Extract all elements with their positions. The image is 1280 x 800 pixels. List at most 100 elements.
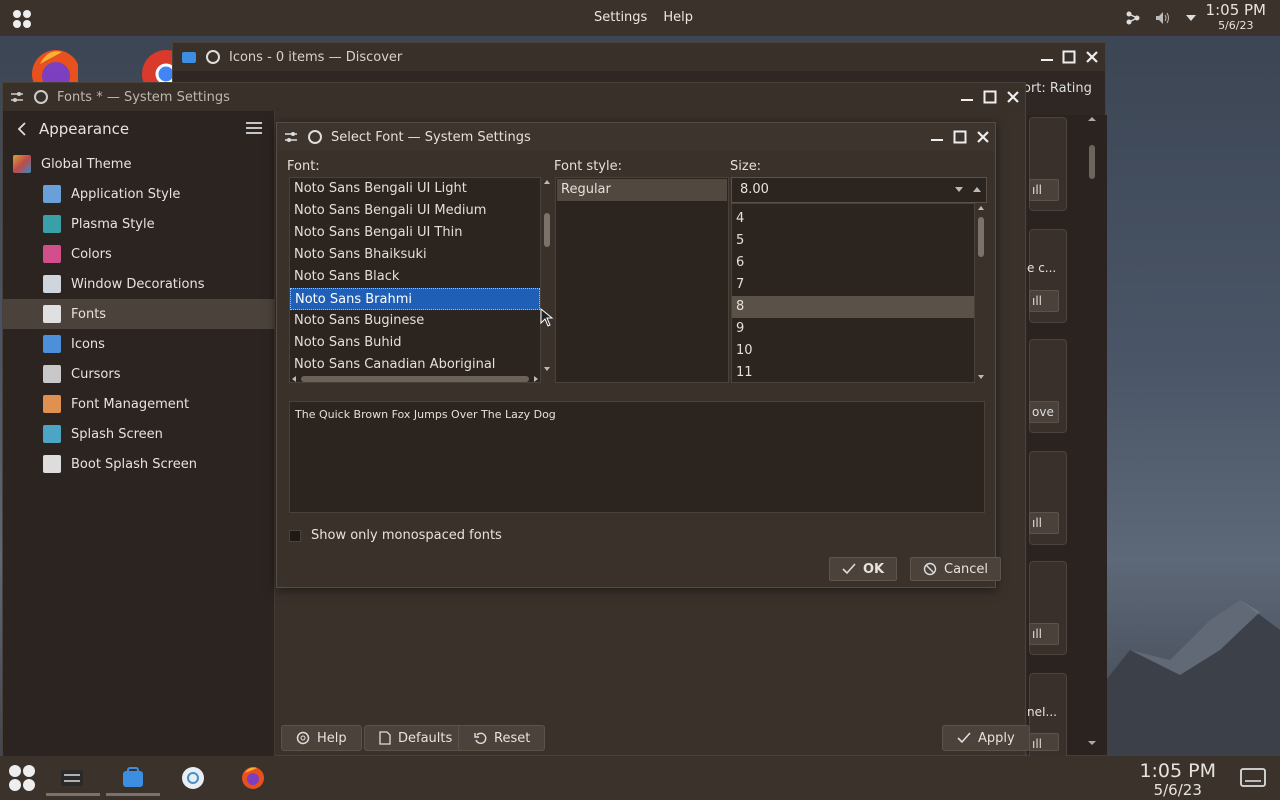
- system-settings-icon[interactable]: [58, 764, 86, 792]
- font-list[interactable]: Noto Sans Bengali UI Light Noto Sans Beng…: [289, 177, 541, 383]
- size-option[interactable]: 7: [732, 274, 974, 296]
- size-spinner-icon[interactable]: [953, 183, 985, 197]
- maximize-icon[interactable]: [952, 129, 968, 145]
- discover-card[interactable]: [1029, 673, 1067, 767]
- sidebar-section-title: Appearance: [39, 120, 130, 138]
- cursors-icon: [43, 365, 61, 383]
- sidebar-item-plasma-style[interactable]: Plasma Style: [3, 209, 275, 239]
- install-button[interactable]: ıll: [1029, 623, 1059, 645]
- dialog-titlebar[interactable]: Select Font — System Settings: [277, 123, 995, 151]
- firefox-icon[interactable]: [239, 764, 267, 792]
- settings-titlebar[interactable]: Fonts * — System Settings: [3, 83, 1025, 111]
- apply-button-label: Apply: [978, 730, 1015, 746]
- install-button[interactable]: ıll: [1029, 290, 1059, 312]
- reset-button[interactable]: Reset: [458, 725, 546, 751]
- font-option[interactable]: Noto Sans Black: [290, 266, 540, 288]
- hamburger-menu-icon[interactable]: [244, 119, 264, 137]
- top-clock[interactable]: 1:05 PM 5/6/23: [1206, 3, 1266, 32]
- font-option[interactable]: Noto Sans Buhid: [290, 332, 540, 354]
- mouse-cursor-icon: [540, 308, 554, 327]
- settings-sidebar: Appearance Global Theme Application Style…: [3, 111, 275, 757]
- sidebar-item-colors[interactable]: Colors: [3, 239, 275, 269]
- pin-icon[interactable]: [307, 129, 323, 145]
- size-option[interactable]: 6: [732, 252, 974, 274]
- size-option[interactable]: 8: [732, 296, 974, 318]
- steam-icon[interactable]: [179, 764, 207, 792]
- font-option[interactable]: Noto Sans Bengali UI Medium: [290, 200, 540, 222]
- size-list-scrollbar[interactable]: [975, 203, 987, 383]
- install-button[interactable]: ıll: [1029, 512, 1059, 534]
- size-list[interactable]: 4 5 6 7 8 9 10 11: [731, 203, 975, 383]
- maximize-icon[interactable]: [1061, 49, 1077, 65]
- ok-button-label: OK: [863, 561, 885, 577]
- minimize-icon[interactable]: [929, 129, 945, 145]
- application-launcher-icon[interactable]: [8, 764, 36, 792]
- defaults-button[interactable]: Defaults: [364, 725, 468, 751]
- network-icon[interactable]: [1124, 9, 1142, 27]
- font-preview[interactable]: The Quick Brown Fox Jumps Over The Lazy …: [289, 401, 985, 513]
- discover-app-icon: [182, 52, 196, 63]
- size-option[interactable]: 5: [732, 230, 974, 252]
- close-icon[interactable]: [1005, 89, 1021, 105]
- size-option[interactable]: 4: [732, 208, 974, 230]
- font-option[interactable]: Noto Sans Bengali UI Thin: [290, 222, 540, 244]
- menu-help[interactable]: Help: [663, 10, 693, 25]
- minimize-icon[interactable]: [959, 89, 975, 105]
- close-icon[interactable]: [975, 129, 991, 145]
- taskbar-clock[interactable]: 1:05 PM 5/6/23: [1139, 762, 1216, 798]
- discover-scrollbar[interactable]: [1083, 115, 1101, 755]
- maximize-icon[interactable]: [982, 89, 998, 105]
- sidebar-item-icons[interactable]: Icons: [3, 329, 275, 359]
- font-option[interactable]: Noto Sans Brahmi: [290, 288, 540, 310]
- font-option[interactable]: Noto Sans Bhaiksuki: [290, 244, 540, 266]
- apps-grid-icon[interactable]: [12, 9, 32, 29]
- ok-button[interactable]: OK: [829, 557, 898, 581]
- sidebar-header: Appearance: [3, 111, 274, 147]
- install-button[interactable]: ıll: [1029, 733, 1059, 751]
- apply-button[interactable]: Apply: [942, 725, 1030, 751]
- chevron-down-icon[interactable]: [1184, 11, 1198, 25]
- close-icon[interactable]: [1084, 49, 1100, 65]
- install-button[interactable]: ıll: [1029, 179, 1059, 201]
- minimize-icon[interactable]: [1039, 49, 1055, 65]
- sidebar-item-global-theme[interactable]: Global Theme: [3, 149, 275, 179]
- splash-screen-icon: [43, 425, 61, 443]
- sidebar-item-boot-splash-screen[interactable]: Boot Splash Screen: [3, 449, 275, 479]
- pin-icon[interactable]: [205, 49, 221, 65]
- font-option[interactable]: Noto Sans Buginese: [290, 310, 540, 332]
- style-option-regular[interactable]: Regular: [557, 179, 727, 201]
- sidebar-item-cursors[interactable]: Cursors: [3, 359, 275, 389]
- back-arrow-icon[interactable]: [15, 121, 29, 137]
- discover-titlebar[interactable]: Icons - 0 items — Discover: [173, 43, 1105, 71]
- font-list-hscrollbar[interactable]: [289, 373, 541, 385]
- sidebar-item-splash-screen[interactable]: Splash Screen: [3, 419, 275, 449]
- help-button[interactable]: Help: [281, 725, 362, 751]
- monospace-checkbox[interactable]: [289, 529, 301, 542]
- sidebar-item-fonts[interactable]: Fonts: [3, 299, 275, 329]
- font-option[interactable]: Noto Sans Bengali UI Light: [290, 178, 540, 200]
- discover-icon[interactable]: [119, 764, 147, 792]
- volume-icon[interactable]: [1154, 9, 1172, 27]
- sidebar-item-application-style[interactable]: Application Style: [3, 179, 275, 209]
- size-option[interactable]: 9: [732, 318, 974, 340]
- sidebar-item-window-decorations[interactable]: Window Decorations: [3, 269, 275, 299]
- sidebar-item-label: Global Theme: [41, 156, 132, 172]
- sidebar-item-font-management[interactable]: Font Management: [3, 389, 275, 419]
- font-management-icon: [43, 395, 61, 413]
- cancel-button[interactable]: Cancel: [910, 557, 1002, 581]
- size-option[interactable]: 10: [732, 340, 974, 362]
- reset-icon: [474, 732, 487, 745]
- remove-button[interactable]: ove: [1029, 401, 1059, 423]
- menu-settings[interactable]: Settings: [594, 10, 647, 25]
- settings-title: Fonts * — System Settings: [57, 89, 230, 105]
- pin-icon[interactable]: [33, 89, 49, 105]
- size-input[interactable]: 8.00: [731, 177, 987, 203]
- monospace-option[interactable]: Show only monospaced fonts: [289, 528, 502, 543]
- font-list-scrollbar[interactable]: [541, 177, 553, 383]
- show-desktop-icon[interactable]: [1238, 766, 1268, 790]
- boot-splash-screen-icon: [43, 455, 61, 473]
- font-style-list[interactable]: Regular: [555, 177, 729, 383]
- size-option[interactable]: 11: [732, 362, 974, 382]
- dialog-title: Select Font — System Settings: [331, 129, 531, 145]
- sort-label[interactable]: ort: Rating: [1023, 81, 1092, 96]
